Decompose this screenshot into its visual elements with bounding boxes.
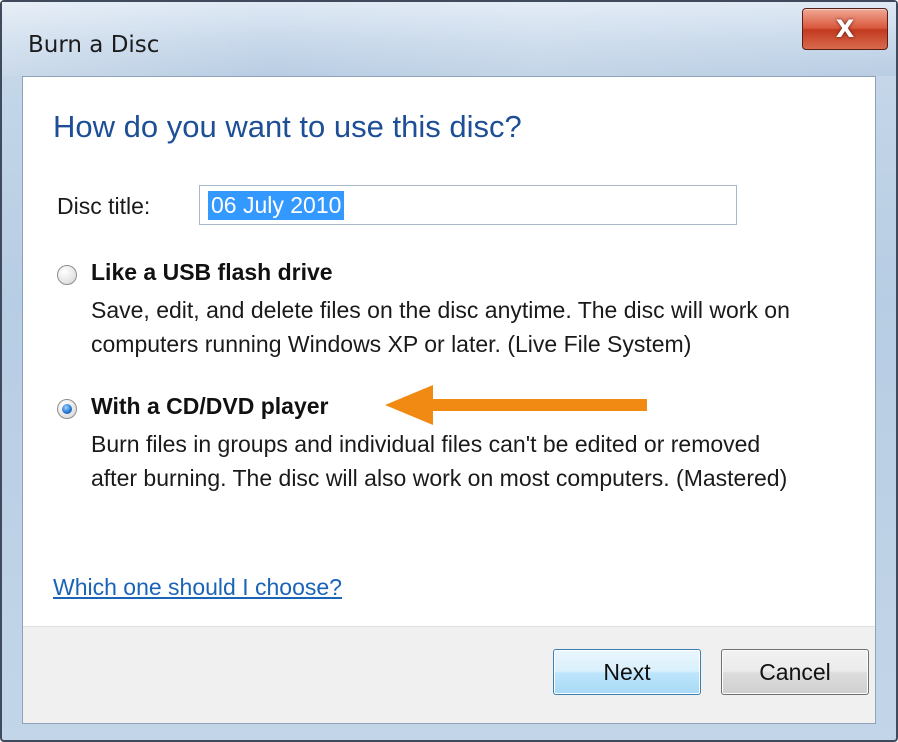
burn-disc-dialog: Burn a Disc X How do you want to use thi… [0, 0, 898, 742]
cd-dvd-player-option-description: Burn files in groups and individual file… [91, 431, 788, 491]
which-one-help-link[interactable]: Which one should I choose? [53, 574, 342, 601]
disc-title-value: 06 July 2010 [208, 190, 345, 220]
window-title: Burn a Disc [28, 32, 160, 58]
usb-flash-drive-option-title[interactable]: Like a USB flash drive [91, 259, 333, 286]
cd-dvd-player-option-title[interactable]: With a CD/DVD player [91, 393, 329, 420]
title-bar[interactable]: Burn a Disc X [2, 2, 896, 76]
usb-flash-drive-radio[interactable] [57, 265, 77, 285]
usb-flash-drive-option-description: Save, edit, and delete files on the disc… [91, 297, 790, 357]
dialog-content: How do you want to use this disc? Disc t… [22, 76, 876, 724]
cancel-button[interactable]: Cancel [721, 649, 869, 695]
close-icon: X [835, 15, 855, 43]
cd-dvd-player-radio[interactable] [57, 399, 77, 419]
next-button[interactable]: Next [553, 649, 701, 695]
arrow-left-icon [385, 385, 647, 425]
button-bar: Next Cancel [23, 626, 875, 723]
disc-title-label: Disc title: [57, 193, 151, 219]
page-title: How do you want to use this disc? [53, 109, 522, 144]
disc-title-input[interactable]: 06 July 2010 [199, 185, 737, 225]
close-button[interactable]: X [802, 8, 888, 50]
